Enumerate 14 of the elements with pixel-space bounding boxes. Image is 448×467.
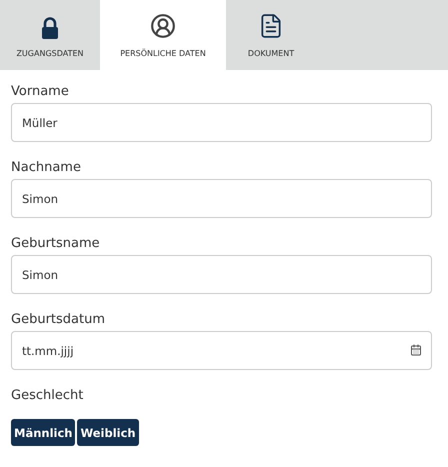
field-label: Geburtsname [11, 236, 101, 251]
tab[interactable]: ZUGANGSDATEN [0, 0, 100, 70]
tab[interactable]: DOKUMENT [226, 0, 316, 70]
field-label: Geschlecht [11, 388, 84, 403]
input-field[interactable]: Simon [11, 179, 432, 218]
tab[interactable]: PERSÖNLICHE DATEN [100, 0, 226, 70]
input-field[interactable]: Simon [11, 255, 432, 294]
gender-button[interactable]: Weiblich [77, 419, 139, 446]
date-field[interactable]: tt.mm.jjjj [11, 331, 432, 370]
field-label: Geburtsdatum [11, 312, 106, 327]
field-label: Vorname [11, 84, 70, 99]
field-label: Nachname [11, 160, 82, 175]
gender-button[interactable]: Männlich [11, 419, 76, 446]
input-field[interactable]: Müller [11, 103, 432, 142]
